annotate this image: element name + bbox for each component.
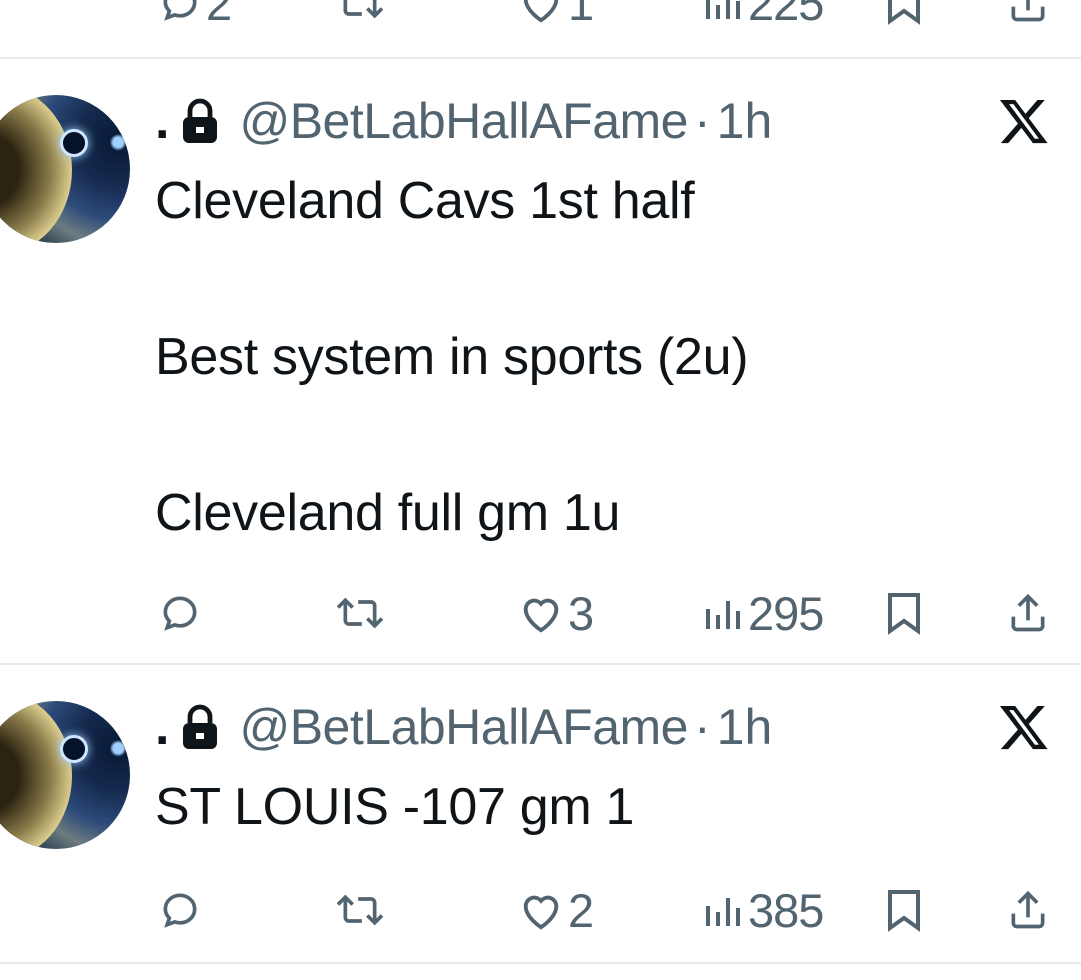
lock-icon — [183, 98, 218, 143]
view-count: 385 — [748, 883, 824, 937]
share-icon — [1011, 593, 1045, 632]
separator: · — [693, 699, 711, 755]
separator: · — [693, 93, 711, 149]
retweet-icon — [343, 0, 384, 19]
speech-bubble-icon — [163, 596, 197, 631]
share-icon — [1011, 890, 1045, 929]
bookmark-icon — [888, 890, 920, 932]
share-button[interactable] — [1006, 588, 1050, 638]
bookmark-icon — [888, 593, 920, 635]
tweet-header: . @BetLabHallAFame · 1h — [155, 91, 772, 151]
lock-icon — [183, 704, 218, 749]
bar-chart-icon — [706, 601, 740, 629]
heart-icon — [523, 895, 559, 930]
share-button[interactable] — [1006, 0, 1050, 28]
bar-chart-icon — [706, 898, 740, 926]
tweet-actions-previous: 2 1 225 — [0, 0, 1081, 28]
bookmark-button[interactable] — [884, 0, 924, 28]
speech-bubble-icon — [163, 0, 197, 21]
retweet-icon — [336, 597, 384, 629]
avatar[interactable] — [0, 95, 130, 243]
avatar[interactable] — [0, 701, 130, 849]
view-count: 295 — [748, 586, 824, 640]
reply-button[interactable]: 2 — [158, 0, 232, 30]
bookmark-icon — [888, 0, 920, 25]
retweet-icon — [336, 894, 384, 926]
reply-button[interactable] — [158, 588, 206, 638]
tweet-text: ST LOUIS -107 gm 1 — [155, 778, 635, 836]
tweet-actions: 3 295 — [0, 588, 1081, 638]
bookmark-button[interactable] — [884, 885, 924, 935]
timestamp[interactable]: 1h — [717, 96, 773, 146]
like-count: 1 — [568, 0, 594, 30]
heart-icon — [523, 0, 559, 23]
timeline: 2 1 225 . @BetLabHallAFame · 1h Clevelan… — [0, 0, 1081, 980]
tweet-actions: 2 385 — [0, 885, 1081, 935]
heart-icon — [523, 598, 559, 633]
tweet[interactable]: . @BetLabHallAFame · 1h ST LOUIS -107 gm… — [0, 665, 1081, 965]
retweet-button[interactable] — [334, 885, 386, 935]
retweet-button[interactable] — [334, 588, 386, 638]
user-handle[interactable]: @BetLabHallAFame — [239, 702, 688, 752]
share-button[interactable] — [1006, 885, 1050, 935]
display-name[interactable]: . — [155, 701, 169, 753]
tweet-header: . @BetLabHallAFame · 1h — [155, 697, 772, 757]
like-button[interactable]: 3 — [518, 586, 594, 640]
divider — [0, 962, 1081, 964]
reply-count: 2 — [206, 0, 232, 30]
tweet-text: Cleveland Cavs 1st half Best system in s… — [155, 172, 749, 542]
speech-bubble-icon — [163, 893, 197, 928]
views-button[interactable]: 295 — [704, 586, 824, 640]
user-handle[interactable]: @BetLabHallAFame — [239, 96, 688, 146]
display-name[interactable]: . — [155, 95, 169, 147]
share-icon — [1011, 0, 1045, 22]
like-button[interactable]: 2 — [518, 883, 594, 937]
views-button[interactable]: 225 — [704, 0, 824, 30]
view-count: 225 — [748, 0, 824, 30]
like-button[interactable]: 1 — [518, 0, 594, 30]
like-count: 2 — [568, 883, 594, 937]
timestamp[interactable]: 1h — [717, 702, 773, 752]
retweet-button[interactable] — [334, 0, 386, 28]
bookmark-button[interactable] — [884, 588, 924, 638]
like-count: 3 — [568, 586, 594, 640]
x-logo-icon[interactable] — [998, 701, 1050, 753]
tweet[interactable]: . @BetLabHallAFame · 1h Cleveland Cavs 1… — [0, 59, 1081, 664]
bar-chart-icon — [706, 0, 740, 19]
x-logo-icon[interactable] — [998, 95, 1050, 147]
reply-button[interactable] — [158, 885, 206, 935]
views-button[interactable]: 385 — [704, 883, 824, 937]
